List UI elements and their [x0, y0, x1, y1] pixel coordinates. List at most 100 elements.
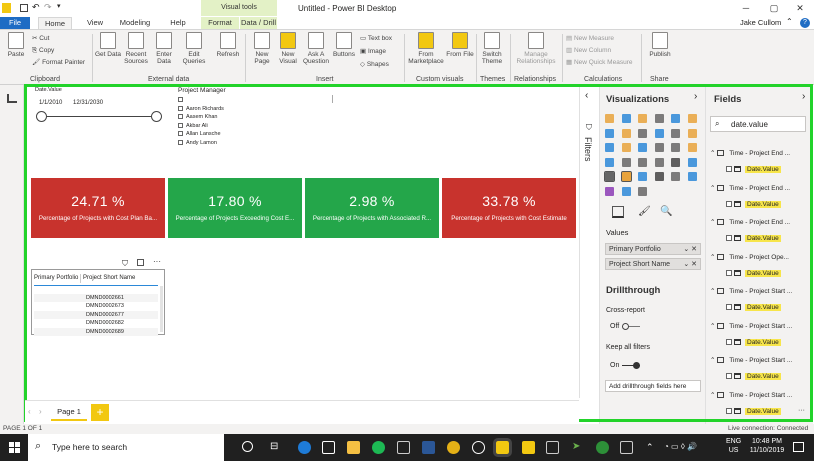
r-visual-icon[interactable]: [654, 172, 664, 182]
scatter-icon[interactable]: [621, 143, 631, 153]
field-checkbox[interactable]: [726, 407, 732, 414]
more-options-icon[interactable]: ···: [153, 257, 161, 266]
search-input[interactable]: date.value: [731, 120, 768, 129]
report-view-icon[interactable]: [7, 94, 17, 103]
matrix-icon[interactable]: [638, 172, 647, 182]
pm-slicer-item[interactable]: Aasem Khan: [178, 113, 218, 121]
tab-help[interactable]: Help: [164, 17, 192, 29]
stacked-column-icon[interactable]: [621, 114, 631, 123]
filled-map-icon[interactable]: [605, 157, 614, 167]
area-icon[interactable]: [621, 128, 631, 138]
ribbon-collapse-icon[interactable]: ⌃: [786, 17, 793, 26]
100-bar-icon[interactable]: [671, 114, 680, 123]
clock[interactable]: 10:48 PM 11/10/2019: [745, 437, 789, 455]
table-row[interactable]: DMND0002673: [34, 302, 158, 311]
fields-well-tab-icon[interactable]: [612, 206, 624, 218]
slicer-start-date[interactable]: 1/1/2010: [39, 100, 62, 106]
chevron-up-icon[interactable]: ⌃: [710, 288, 717, 295]
well-remove-icon[interactable]: ⌄ ✕: [683, 244, 697, 255]
network-icon[interactable]: [472, 441, 485, 454]
shapes-button[interactable]: ◇ Shapes: [360, 60, 389, 69]
recent-sources-button[interactable]: Recent Sources: [122, 32, 150, 65]
field-table[interactable]: ⌃ Time - Project Start ...: [710, 390, 810, 402]
pm-slicer-item[interactable]: Akbar Ali: [178, 122, 208, 130]
line-icon[interactable]: [605, 128, 614, 138]
field-checkbox[interactable]: [726, 304, 732, 311]
task-view-icon[interactable]: ⊟: [270, 441, 278, 452]
slicer-end-date[interactable]: 12/31/2030: [73, 100, 103, 106]
filter-icon[interactable]: ⛉: [122, 259, 128, 269]
pm-slicer-item[interactable]: Aaron Richards: [178, 105, 224, 113]
table-row[interactable]: DMND0002661: [34, 294, 158, 302]
key-influencers-icon[interactable]: [687, 172, 697, 182]
table-header-project-short-name[interactable]: Project Short Name: [83, 275, 135, 281]
field-item[interactable]: Date.Value: [726, 200, 781, 210]
field-table[interactable]: ⌃ Time - Project End ...: [710, 148, 810, 160]
page-tab-1[interactable]: Page 1: [51, 403, 87, 421]
notes-icon[interactable]: [522, 441, 535, 454]
drillthrough-drop-zone[interactable]: Add drillthrough fields here: [605, 380, 701, 392]
restore-button[interactable]: ▢: [768, 2, 780, 14]
save-icon[interactable]: [20, 4, 28, 12]
add-page-button[interactable]: +: [91, 404, 109, 421]
pm-slicer-item[interactable]: [178, 96, 186, 104]
table-header-primary-portfolio[interactable]: Primary Portfolio: [34, 275, 78, 281]
edit-queries-button[interactable]: Edit Queries: [180, 32, 208, 65]
enter-data-button[interactable]: Enter Data: [150, 32, 178, 65]
kpi-card[interactable]: 2.98 % Percentage of Projects with Associ…: [305, 178, 439, 238]
100-column-icon[interactable]: [687, 114, 697, 123]
fields-expand-icon[interactable]: ›: [802, 91, 805, 102]
field-checkbox[interactable]: [726, 235, 732, 242]
donut-icon[interactable]: [654, 143, 664, 153]
pm-slicer-item[interactable]: Allan Lansche: [178, 130, 221, 138]
field-table[interactable]: ⌃ Time - Project Start ...: [710, 286, 810, 298]
field-item[interactable]: Date.Value: [726, 372, 781, 382]
kpi-card[interactable]: 33.78 % Percentage of Projects with Cost …: [442, 178, 576, 238]
checkbox[interactable]: [178, 139, 183, 145]
copy-button[interactable]: ⎘ Copy: [32, 46, 54, 55]
gauge-icon[interactable]: [638, 157, 647, 167]
image-button[interactable]: ▣ Image: [360, 47, 386, 56]
field-item[interactable]: Date.Value: [726, 303, 781, 313]
field-table[interactable]: ⌃ Time - Project Start ...: [710, 321, 810, 333]
chevron-up-icon[interactable]: ⌃: [710, 323, 717, 330]
app2-icon[interactable]: [546, 441, 559, 454]
paste-button[interactable]: Paste: [2, 32, 30, 58]
field-checkbox[interactable]: [726, 269, 732, 276]
more-icon[interactable]: [638, 187, 647, 196]
chevron-up-icon[interactable]: ⌃: [710, 219, 717, 226]
new-page-button[interactable]: New Page: [248, 32, 276, 65]
ask-question-button[interactable]: Ask A Question: [302, 32, 330, 65]
close-button[interactable]: ✕: [794, 2, 806, 14]
spotify-icon[interactable]: [372, 441, 385, 454]
mail-icon[interactable]: [322, 441, 335, 454]
tray-icons[interactable]: ◔ ▭ ◊ 🔊: [664, 442, 697, 451]
values-well-project-short-name[interactable]: Project Short Name ⌄ ✕: [605, 258, 701, 270]
field-table[interactable]: ⌃ Time - Project Start ...: [710, 355, 810, 367]
from-marketplace-button[interactable]: From Marketplace: [408, 32, 444, 65]
cortana-icon[interactable]: [242, 441, 253, 452]
field-table[interactable]: ⌃ Time - Project End ...: [710, 183, 810, 195]
multi-row-card-icon[interactable]: [671, 157, 680, 167]
field-checkbox[interactable]: [726, 338, 732, 345]
slicer-icon[interactable]: [604, 171, 615, 183]
tray-chevron-icon[interactable]: ⌃: [646, 442, 654, 453]
get-data-button[interactable]: Get Data: [94, 32, 122, 58]
xbox-icon[interactable]: [596, 441, 609, 454]
redo-icon[interactable]: ↷: [44, 2, 52, 13]
decomposition-icon[interactable]: [605, 187, 614, 196]
tab-format[interactable]: Format: [201, 17, 239, 29]
cut-button[interactable]: ✂ Cut: [32, 34, 49, 43]
line-column-icon[interactable]: [654, 128, 664, 138]
checkbox[interactable]: [178, 114, 183, 120]
minimize-button[interactable]: ─: [740, 2, 752, 14]
format-paint-roller-icon[interactable]: 🖌: [638, 206, 651, 217]
from-file-button[interactable]: From File: [446, 32, 474, 58]
more-options-icon[interactable]: ···: [798, 407, 805, 414]
chevron-up-icon[interactable]: ⌃: [710, 150, 717, 157]
undo-icon[interactable]: ↶: [32, 2, 40, 13]
field-item[interactable]: Date.Value: [726, 165, 781, 175]
table-row[interactable]: DMND0002682: [34, 319, 158, 328]
field-checkbox[interactable]: [726, 373, 732, 380]
funnel-icon[interactable]: [621, 157, 631, 167]
